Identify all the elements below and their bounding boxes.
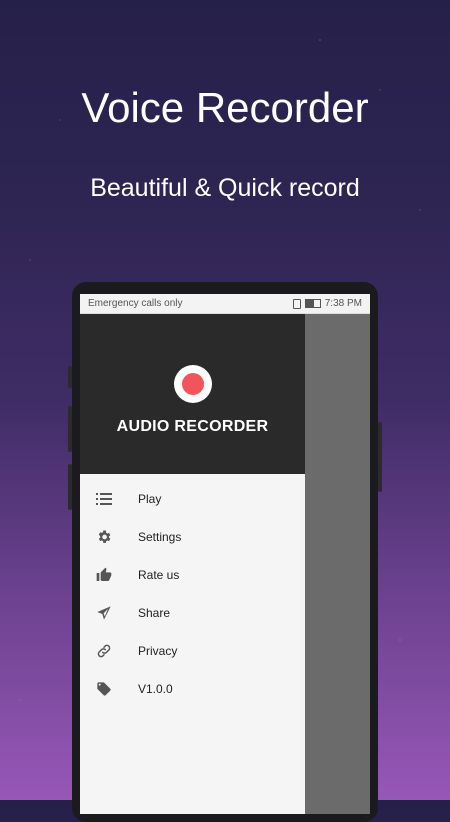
drawer-menu: Play Settings Rate us Share Privacy V1.0…: [80, 474, 305, 708]
app-name: AUDIO RECORDER: [116, 418, 269, 435]
battery-icon: [304, 299, 321, 308]
send-icon: [95, 604, 113, 622]
phone-power-button: [378, 422, 382, 492]
menu-item-version[interactable]: V1.0.0: [80, 670, 305, 708]
menu-item-label: Share: [138, 606, 171, 620]
menu-item-label: Rate us: [138, 568, 180, 582]
navigation-drawer: AUDIO RECORDER Play Settings Rate us Sha…: [80, 314, 305, 814]
drawer-scrim[interactable]: [305, 314, 370, 814]
phone-side-button: [68, 406, 72, 452]
phone-screen: Emergency calls only 7:38 PM AUDIO RECOR…: [80, 294, 370, 814]
menu-item-label: Privacy: [138, 644, 178, 658]
hero-subtitle: Beautiful & Quick record: [90, 174, 360, 202]
link-icon: [95, 642, 113, 660]
list-icon: [95, 490, 113, 508]
menu-item-rate-us[interactable]: Rate us: [80, 556, 305, 594]
thumbs-up-icon: [95, 566, 113, 584]
record-dot-icon: [181, 373, 204, 395]
tag-icon: [95, 680, 113, 698]
phone-side-button: [68, 366, 72, 388]
record-logo: [173, 365, 212, 403]
drawer-header: AUDIO RECORDER: [80, 314, 305, 474]
menu-item-label: Play: [138, 492, 162, 506]
menu-item-share[interactable]: Share: [80, 594, 305, 632]
carrier-text: Emergency calls only: [88, 298, 183, 309]
hero-title: Voice Recorder: [81, 84, 369, 131]
sim-icon: [292, 298, 301, 309]
status-icons: 7:38 PM: [292, 298, 362, 309]
menu-item-privacy[interactable]: Privacy: [80, 632, 305, 670]
gear-icon: [95, 528, 113, 546]
phone-side-button: [68, 464, 72, 510]
menu-item-play[interactable]: Play: [80, 480, 305, 518]
menu-item-label: V1.0.0: [138, 682, 173, 696]
status-time: 7:38 PM: [324, 298, 362, 309]
menu-item-label: Settings: [138, 530, 182, 544]
menu-item-settings[interactable]: Settings: [80, 518, 305, 556]
status-bar: Emergency calls only 7:38 PM: [80, 294, 370, 314]
